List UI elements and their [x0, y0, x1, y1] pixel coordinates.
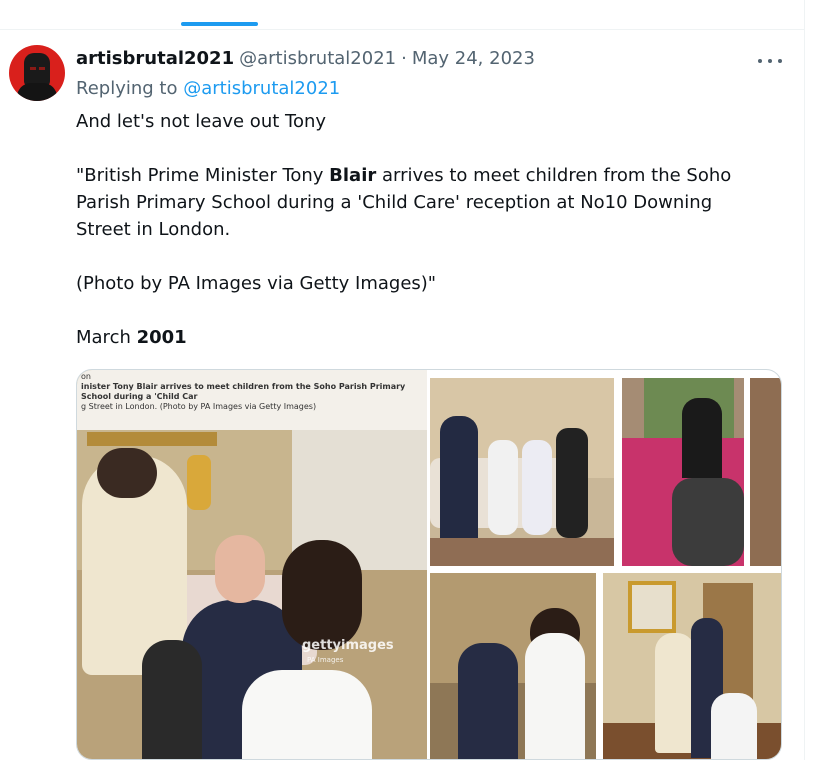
- girl-figure: [242, 670, 372, 759]
- lamp: [187, 455, 211, 510]
- reply-context: Replying to @artisbrutal2021: [76, 78, 340, 99]
- watermark: gettyimages: [302, 638, 394, 653]
- quote-line-2: Parish Primary School during a 'Child Ca…: [76, 192, 713, 213]
- reply-mention-link[interactable]: @artisbrutal2021: [183, 78, 340, 99]
- display-name[interactable]: artisbrutal2021: [76, 48, 234, 69]
- quote-line-3: Street in London.: [76, 219, 231, 240]
- avatar[interactable]: [9, 45, 65, 101]
- avatar-figure-body: [17, 83, 57, 101]
- active-tab-indicator: [181, 22, 258, 26]
- watermark-sub: PA Images: [307, 656, 344, 664]
- photo-crowd[interactable]: [622, 378, 744, 566]
- text-line: And let's not leave out Tony: [76, 111, 327, 132]
- caption-line-0: on: [81, 372, 91, 381]
- more-options-icon[interactable]: [758, 56, 782, 66]
- photo-hallway[interactable]: [603, 573, 781, 759]
- picture-frame: [87, 432, 217, 446]
- user-handle[interactable]: @artisbrutal2021: [239, 48, 396, 69]
- boy-figure: [142, 640, 202, 759]
- caption-line-1: inister Tony Blair arrives to meet child…: [81, 382, 406, 401]
- media-grid[interactable]: on inister Tony Blair arrives to meet ch…: [76, 369, 782, 760]
- tab-bar: [0, 0, 805, 30]
- tweet-header: artisbrutal2021 @artisbrutal2021 · May 2…: [76, 48, 535, 72]
- avatar-eye-right: [39, 67, 45, 70]
- avatar-eye-left: [30, 67, 36, 70]
- photo-caption: on inister Tony Blair arrives to meet ch…: [77, 370, 427, 430]
- photo-sofa-group[interactable]: [430, 378, 614, 566]
- woman-hair: [97, 448, 157, 498]
- photo-main[interactable]: on inister Tony Blair arrives to meet ch…: [77, 370, 427, 759]
- man-head: [215, 535, 265, 603]
- photo-credit: (Photo by PA Images via Getty Images)": [76, 273, 437, 294]
- reply-prefix: Replying to: [76, 78, 178, 99]
- date-line: March 2001: [76, 327, 187, 348]
- tweet-text: And let's not leave out Tony "British Pr…: [76, 108, 776, 351]
- photo-greeting[interactable]: [430, 573, 596, 759]
- girl-hair: [282, 540, 362, 650]
- caption-line-2: g Street in London. (Photo by PA Images …: [81, 402, 317, 411]
- column-divider: [804, 0, 805, 760]
- quote-line-1: "British Prime Minister Tony Blair arriv…: [76, 165, 732, 186]
- photo-edge[interactable]: [750, 378, 781, 566]
- avatar-figure-head: [24, 53, 50, 87]
- tweet-date[interactable]: May 24, 2023: [412, 48, 535, 69]
- separator-dot: ·: [401, 48, 407, 69]
